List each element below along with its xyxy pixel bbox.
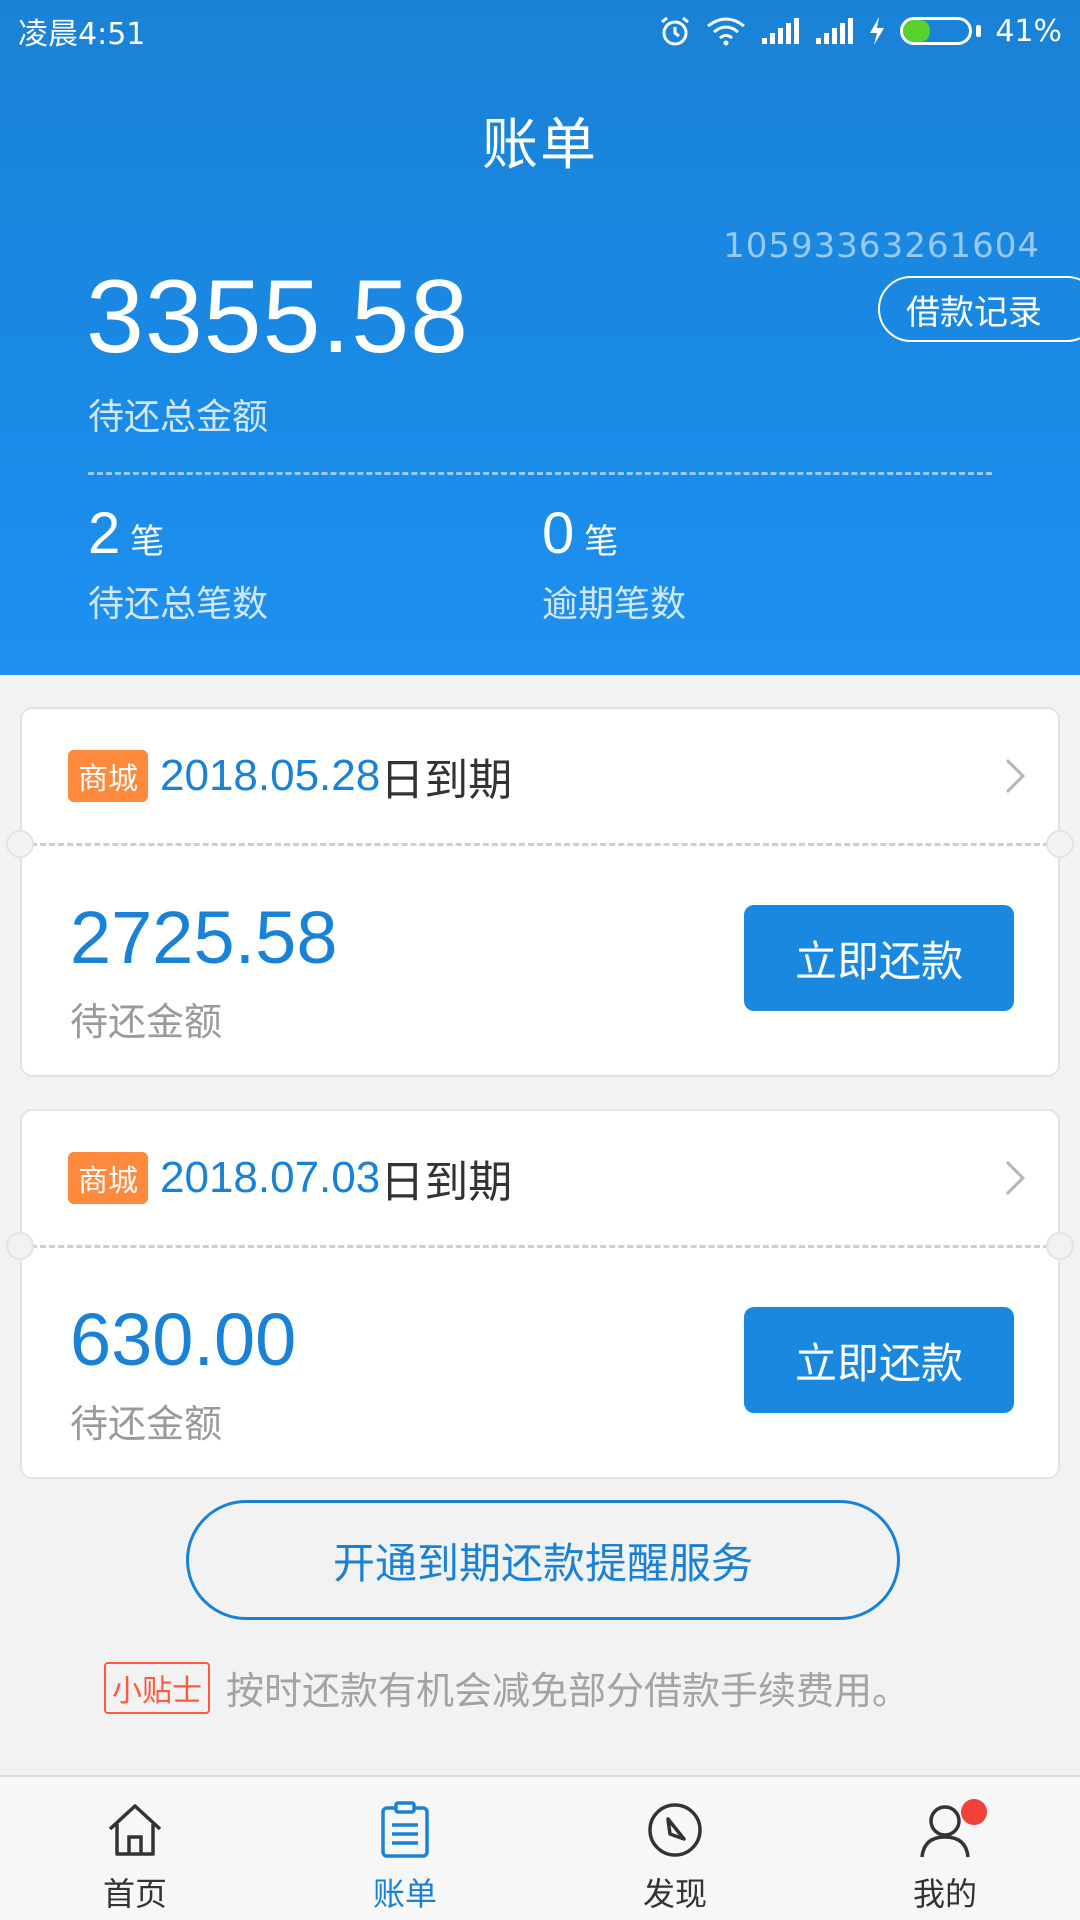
- bill-tag: 商城: [68, 1152, 148, 1204]
- pay-now-button[interactable]: 立即还款: [744, 1307, 1014, 1413]
- status-icons: 41%: [658, 14, 1062, 49]
- battery-cap: [976, 25, 982, 37]
- alarm-icon: [661, 16, 690, 46]
- card-notch: [1046, 830, 1074, 858]
- home-icon: [108, 1804, 162, 1856]
- chevron-right-icon[interactable]: [991, 759, 1025, 793]
- tip: 小贴士 按时还款有机会减免部分借款手续费用。: [104, 1660, 910, 1715]
- loan-record-button[interactable]: 借款记录: [878, 276, 1080, 342]
- signal-icon: [762, 18, 800, 44]
- due-suffix: 日到期: [380, 1157, 513, 1208]
- charging-icon: [870, 17, 885, 45]
- stat-unit: 笔: [584, 522, 619, 562]
- battery-percent: 41%: [995, 13, 1062, 49]
- stat-overdue-count: 0笔 逾期笔数: [542, 500, 686, 627]
- total-amount-label: 待还总金额: [88, 397, 269, 438]
- card-notch: [1046, 1232, 1074, 1260]
- bill-icon: [381, 1801, 429, 1858]
- card-notch: [6, 1232, 34, 1260]
- bottom-nav: 首页 账单 发现 我的: [0, 1775, 1080, 1920]
- enable-reminder-button[interactable]: 开通到期还款提醒服务: [186, 1500, 900, 1620]
- account-number: 10593363261604: [723, 226, 1040, 266]
- nav-label: 我的: [912, 1875, 977, 1913]
- bill-card: 商城 2018.05.28 日到期 2725.58 待还金额 立即还款: [6, 707, 1074, 1077]
- nav-item-home[interactable]: 首页: [0, 1777, 270, 1920]
- nav-label: 账单: [372, 1875, 437, 1913]
- tip-text: 按时还款有机会减免部分借款手续费用。: [226, 1669, 911, 1713]
- bill-amount: 2725.58: [70, 896, 338, 979]
- header: 凌晨4:51 41% 账单 10593363261604 借款记录 3355.5…: [0, 0, 1080, 675]
- header-divider: [88, 472, 992, 475]
- card-divider: [22, 843, 1058, 846]
- chevron-right-icon[interactable]: [991, 1161, 1025, 1195]
- status-time: 凌晨4:51: [18, 17, 146, 52]
- bill-amount-label: 待还金额: [70, 1000, 223, 1044]
- stat-value: 0: [542, 501, 575, 566]
- stat-unit: 笔: [130, 522, 165, 562]
- battery-fill: [903, 20, 931, 42]
- card-divider: [22, 1245, 1058, 1248]
- battery-icon: [900, 17, 973, 45]
- due-date: 2018.05.28: [160, 751, 381, 800]
- due-date: 2018.07.03: [160, 1153, 381, 1202]
- nav-item-bill[interactable]: 账单: [270, 1777, 540, 1920]
- nav-label: 发现: [642, 1875, 707, 1913]
- nav-label: 首页: [102, 1875, 167, 1913]
- card-notch: [6, 830, 34, 858]
- nav-item-mine[interactable]: 我的: [810, 1777, 1080, 1920]
- status-bar: 凌晨4:51 41%: [0, 0, 1080, 62]
- page-title: 账单: [482, 113, 598, 178]
- bill-amount: 630.00: [70, 1298, 297, 1381]
- notification-badge: [961, 1799, 987, 1825]
- bill-card-header[interactable]: 商城 2018.07.03 日到期: [22, 1111, 1058, 1245]
- nav-item-discover[interactable]: 发现: [540, 1777, 810, 1920]
- stat-pending-count: 2笔 待还总笔数: [88, 500, 268, 627]
- bill-tag: 商城: [68, 750, 148, 802]
- pay-now-button[interactable]: 立即还款: [744, 905, 1014, 1011]
- compass-icon: [648, 1803, 702, 1857]
- bill-card-header[interactable]: 商城 2018.05.28 日到期: [22, 709, 1058, 843]
- signal-icon: [816, 18, 854, 44]
- total-amount: 3355.58: [86, 259, 469, 375]
- wifi-icon: [707, 17, 746, 46]
- stat-label: 逾期笔数: [542, 584, 687, 625]
- bill-amount-label: 待还金额: [70, 1402, 223, 1446]
- tip-tag: 小贴士: [104, 1661, 210, 1714]
- stat-value: 2: [88, 501, 121, 566]
- due-suffix: 日到期: [380, 755, 513, 806]
- bill-card: 商城 2018.07.03 日到期 630.00 待还金额 立即还款: [6, 1109, 1074, 1479]
- stat-label: 待还总笔数: [88, 584, 269, 625]
